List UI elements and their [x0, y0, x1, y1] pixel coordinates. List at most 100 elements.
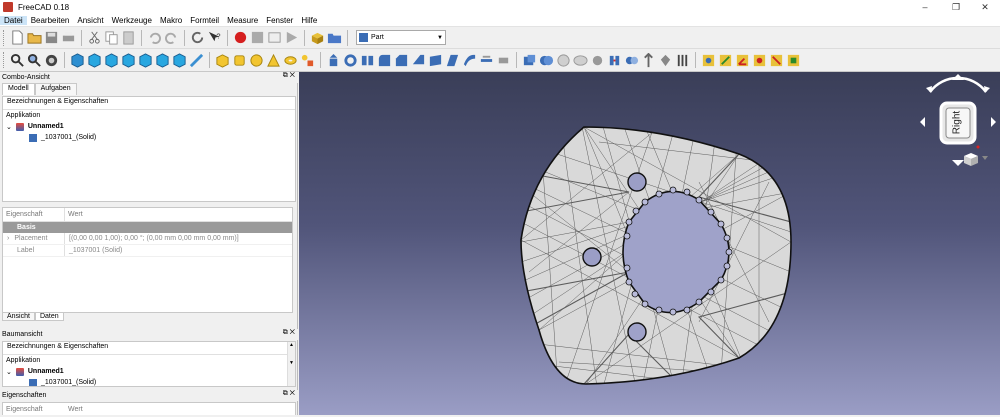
- cone-icon[interactable]: [266, 53, 281, 68]
- workbench-selector[interactable]: Part ▼: [356, 30, 446, 45]
- tab-modell[interactable]: Modell: [2, 83, 35, 95]
- dock-float-close-icon[interactable]: ⧉ ✕: [283, 72, 295, 80]
- toolbar-grip-2[interactable]: [3, 52, 6, 68]
- box-icon[interactable]: [215, 53, 230, 68]
- torus-icon[interactable]: [283, 53, 298, 68]
- tab-aufgaben[interactable]: Aufgaben: [34, 83, 77, 95]
- sweep-icon[interactable]: [462, 53, 477, 68]
- menu-measure[interactable]: Measure: [223, 16, 262, 25]
- menu-datei[interactable]: Datei: [0, 15, 27, 25]
- tab-ansicht[interactable]: Ansicht: [2, 313, 35, 321]
- thickness-icon[interactable]: [641, 52, 656, 68]
- compound-icon[interactable]: [522, 53, 537, 68]
- cut-icon[interactable]: [87, 30, 102, 45]
- label-value[interactable]: _1037001 (Solid): [65, 245, 122, 256]
- measure-toggle-icon[interactable]: [786, 53, 801, 68]
- view-top-icon[interactable]: [104, 52, 119, 68]
- ruled-surface-icon[interactable]: [428, 53, 443, 68]
- join-icon[interactable]: [607, 53, 622, 68]
- expand-chevron-icon-2[interactable]: ⌄: [6, 368, 12, 376]
- revolve-icon[interactable]: [343, 53, 358, 68]
- folder-icon[interactable]: [327, 30, 342, 45]
- tree-object-row[interactable]: _1037001_(Solid): [3, 132, 295, 143]
- undo-icon[interactable]: [147, 30, 162, 45]
- common-icon[interactable]: [590, 53, 605, 68]
- view-rear-icon[interactable]: [138, 52, 153, 68]
- offset-icon[interactable]: [658, 53, 673, 68]
- menu-werkzeuge[interactable]: Werkzeuge: [108, 16, 156, 25]
- dock-float-close-icon-3[interactable]: ⧉ ✕: [283, 390, 295, 398]
- projection-icon[interactable]: [675, 53, 690, 68]
- save-icon[interactable]: [44, 30, 59, 45]
- new-document-icon[interactable]: [10, 30, 25, 45]
- fit-selection-icon[interactable]: [27, 53, 42, 68]
- tree-view-document-row[interactable]: ⌄ Unnamed1: [3, 366, 295, 377]
- paste-icon[interactable]: [121, 30, 136, 45]
- label-label: Label: [3, 245, 65, 256]
- measure-distance-icon[interactable]: [189, 53, 204, 68]
- sphere-icon[interactable]: [249, 53, 264, 68]
- view-bottom-icon[interactable]: [155, 52, 170, 68]
- tree-view-scrollbar[interactable]: ▲ ▼: [287, 342, 295, 386]
- dock-float-close-icon-2[interactable]: ⧉ ✕: [283, 329, 295, 337]
- property-group-basis[interactable]: Basis: [3, 222, 292, 233]
- measure-clear-icon[interactable]: [769, 53, 784, 68]
- freecad-logo-icon: [3, 2, 13, 12]
- menu-hilfe[interactable]: Hilfe: [297, 16, 321, 25]
- restore-button[interactable]: ❐: [941, 0, 971, 14]
- chevron-right-icon[interactable]: ›: [7, 235, 9, 242]
- tree-view-object-row[interactable]: _1037001_(Solid): [3, 377, 295, 386]
- fuse-icon[interactable]: [573, 53, 588, 68]
- boolean-icon[interactable]: [539, 53, 554, 68]
- open-folder-icon[interactable]: [27, 30, 42, 45]
- menu-bearbeiten[interactable]: Bearbeiten: [27, 16, 74, 25]
- redo-icon[interactable]: [164, 30, 179, 45]
- minimize-button[interactable]: –: [910, 0, 940, 14]
- view-left-icon[interactable]: [172, 52, 187, 68]
- menu-fenster[interactable]: Fenster: [262, 16, 297, 25]
- cut-shape-icon[interactable]: [556, 53, 571, 68]
- run-macro-icon[interactable]: [284, 30, 299, 45]
- expand-chevron-icon[interactable]: ⌄: [6, 123, 12, 131]
- tab-daten[interactable]: Daten: [34, 313, 64, 321]
- print-icon[interactable]: [61, 30, 76, 45]
- measure-linear-icon[interactable]: [718, 53, 733, 68]
- check-geometry-icon[interactable]: [701, 53, 716, 68]
- menu-formteil[interactable]: Formteil: [186, 16, 223, 25]
- view-right-icon[interactable]: [121, 52, 136, 68]
- menu-ansicht[interactable]: Ansicht: [73, 16, 107, 25]
- cylinder-icon[interactable]: [232, 53, 247, 68]
- cross-section-icon[interactable]: [496, 53, 511, 68]
- measure-refresh-icon[interactable]: [752, 53, 767, 68]
- close-button[interactable]: ✕: [970, 0, 1000, 14]
- record-macro-icon[interactable]: [233, 30, 248, 45]
- mirror-icon[interactable]: [360, 53, 375, 68]
- view-iso-icon[interactable]: [70, 52, 85, 68]
- tree-document-row[interactable]: ⌄ Unnamed1: [3, 121, 295, 132]
- menu-makro[interactable]: Makro: [156, 16, 186, 25]
- chamfer-icon[interactable]: [394, 53, 409, 68]
- fit-all-icon[interactable]: [10, 53, 25, 68]
- section-icon[interactable]: [479, 53, 494, 68]
- measure-angular-icon[interactable]: [735, 53, 750, 68]
- primitives-icon[interactable]: [300, 53, 315, 68]
- property-row-placement[interactable]: › Placement [(0,00 0,00 1,00); 0,00 °; (0…: [3, 233, 292, 245]
- make-face-icon[interactable]: [411, 53, 426, 68]
- view-front-icon[interactable]: [87, 52, 102, 68]
- loft-icon[interactable]: [445, 53, 460, 68]
- extrude-icon[interactable]: [326, 53, 341, 68]
- navcube-right-face-label[interactable]: Right: [952, 108, 963, 138]
- toolbar-grip[interactable]: [3, 29, 6, 46]
- addon-icon[interactable]: [310, 30, 325, 45]
- refresh-icon[interactable]: [190, 30, 205, 45]
- 3d-viewport[interactable]: Right: [299, 72, 1000, 415]
- fillet-icon[interactable]: [377, 53, 392, 68]
- property-row-label[interactable]: Label _1037001 (Solid): [3, 245, 292, 257]
- whats-this-icon[interactable]: ?: [207, 30, 222, 45]
- edit-macro-icon[interactable]: [267, 30, 282, 45]
- split-icon[interactable]: [624, 53, 639, 68]
- placement-value[interactable]: [(0,00 0,00 1,00); 0,00 °; (0,00 mm 0,00…: [65, 233, 239, 244]
- draw-style-icon[interactable]: [44, 53, 59, 68]
- copy-icon[interactable]: [104, 30, 119, 45]
- stop-macro-icon[interactable]: [250, 30, 265, 45]
